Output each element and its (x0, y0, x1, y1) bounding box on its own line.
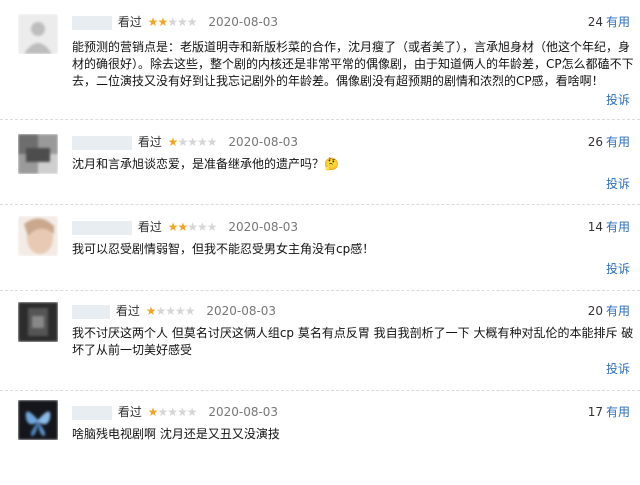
star-icon: ★ (177, 135, 188, 149)
report-link[interactable]: 投诉 (606, 261, 630, 277)
avatar[interactable] (18, 134, 58, 174)
useful-button[interactable]: 有用 (606, 304, 630, 318)
star-icon: ★ (147, 405, 159, 419)
useful-count: 20 (587, 304, 603, 318)
comment-date: 2020-08-03 (228, 135, 299, 149)
divider (0, 390, 640, 391)
default-avatar-icon (18, 14, 58, 54)
username[interactable] (72, 220, 132, 235)
star-icon: ★ (177, 220, 188, 234)
avatar[interactable] (18, 14, 58, 54)
star-icon: ★ (176, 15, 188, 29)
star-icon: ★ (174, 304, 186, 318)
divider (0, 119, 640, 120)
user-photo-icon (18, 302, 58, 342)
comment-meta: 看过 ★★★★★ 2020-08-03 (72, 14, 278, 30)
star-icon: ★ (145, 304, 157, 318)
user-photo-icon (18, 216, 58, 256)
star-icon: ★ (186, 405, 198, 419)
star-icon: ★ (206, 220, 218, 234)
useful-vote[interactable]: 17 有用 (588, 404, 630, 420)
star-icon: ★ (187, 220, 198, 234)
avatar[interactable] (18, 400, 58, 440)
star-icon: ★ (155, 304, 166, 318)
useful-button[interactable]: 有用 (606, 220, 630, 234)
username[interactable] (72, 135, 132, 150)
star-icon: ★ (187, 135, 198, 149)
useful-vote[interactable]: 14 有用 (588, 219, 630, 235)
star-icon: ★ (184, 304, 196, 318)
rating-stars: ★★★★★ (147, 15, 198, 29)
star-icon: ★ (167, 135, 179, 149)
star-icon: ★ (157, 405, 168, 419)
star-icon: ★ (157, 15, 168, 29)
divider (0, 290, 640, 291)
watch-status: 看过 (137, 135, 162, 149)
star-icon: ★ (147, 15, 159, 29)
watch-status: 看过 (137, 220, 162, 234)
user-photo-icon (18, 134, 58, 174)
rating-stars: ★★★★★ (167, 220, 218, 234)
star-icon: ★ (176, 405, 188, 419)
star-icon: ★ (165, 304, 176, 318)
comment-meta: 看过 ★★★★★ 2020-08-03 (72, 303, 276, 319)
useful-button[interactable]: 有用 (606, 135, 630, 149)
report-link[interactable]: 投诉 (606, 176, 630, 192)
star-icon: ★ (186, 15, 198, 29)
watch-status: 看过 (117, 405, 142, 419)
comment-meta: 看过 ★★★★★ 2020-08-03 (72, 134, 298, 150)
useful-button[interactable]: 有用 (606, 15, 630, 29)
comment-date: 2020-08-03 (228, 220, 299, 234)
rating-stars: ★★★★★ (145, 304, 196, 318)
comment-text: 沈月和言承旭谈恋爱，是准备继承他的遗产吗？🤔 (72, 157, 339, 171)
divider (0, 204, 640, 205)
avatar[interactable] (18, 216, 58, 256)
star-icon: ★ (196, 135, 208, 149)
comment-text: 我不讨厌这两个人 但莫名讨厌这俩人组cp 莫名有点反胃 我自我剖析了一下 大概有… (72, 326, 634, 357)
report-link[interactable]: 投诉 (606, 361, 630, 377)
useful-count: 26 (587, 135, 603, 149)
useful-count: 17 (587, 405, 603, 419)
watch-status: 看过 (117, 15, 142, 29)
comment-text: 啥脑残电视剧啊 沈月还是又丑又没演技 (72, 427, 280, 441)
useful-button[interactable]: 有用 (606, 405, 630, 419)
useful-vote[interactable]: 26 有用 (588, 134, 630, 150)
comment-text: 能预测的营销点是：老版道明寺和新版杉菜的合作，沈月瘦了（或者美了），言承旭身材（… (72, 40, 634, 88)
comment-date: 2020-08-03 (206, 304, 277, 318)
star-icon: ★ (196, 220, 208, 234)
report-link[interactable]: 投诉 (606, 92, 630, 108)
username[interactable] (72, 15, 112, 30)
rating-stars: ★★★★★ (147, 405, 198, 419)
comment-date: 2020-08-03 (208, 15, 279, 29)
butterfly-icon (18, 400, 58, 440)
rating-stars: ★★★★★ (167, 135, 218, 149)
star-icon: ★ (167, 405, 178, 419)
comment-meta: 看过 ★★★★★ 2020-08-03 (72, 404, 278, 420)
comment-meta: 看过 ★★★★★ 2020-08-03 (72, 219, 298, 235)
useful-vote[interactable]: 20 有用 (588, 303, 630, 319)
comment-date: 2020-08-03 (208, 405, 279, 419)
avatar[interactable] (18, 302, 58, 342)
username[interactable] (72, 304, 110, 319)
username[interactable] (72, 405, 112, 420)
useful-count: 14 (587, 220, 603, 234)
watch-status: 看过 (115, 304, 140, 318)
star-icon: ★ (167, 15, 178, 29)
useful-count: 24 (587, 15, 603, 29)
comment-text: 我可以忍受剧情弱智，但我不能忍受男女主角没有cp感！ (72, 242, 375, 256)
star-icon: ★ (206, 135, 218, 149)
star-icon: ★ (167, 220, 179, 234)
useful-vote[interactable]: 24 有用 (588, 14, 630, 30)
